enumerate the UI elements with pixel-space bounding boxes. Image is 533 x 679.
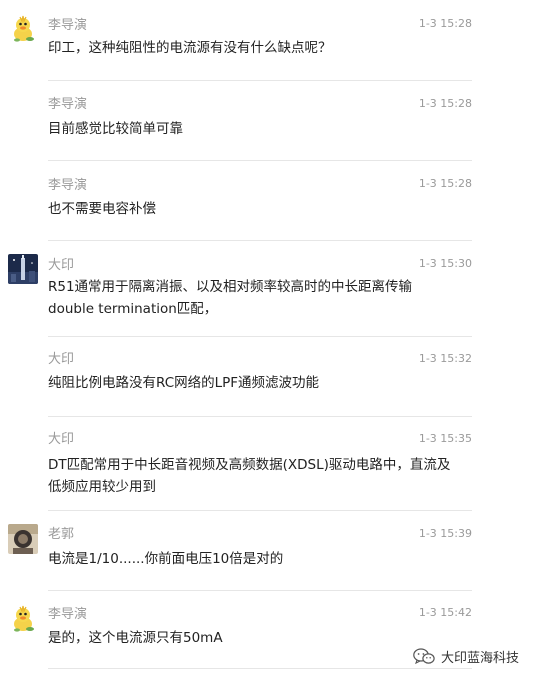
message-text: 是的，这个电流源只有50mA — [48, 630, 223, 646]
message-timestamp: 1-3 15:28 — [418, 177, 472, 190]
message-text: 纯阻比例电路没有RC网络的LPF通频滤波功能 — [48, 375, 320, 391]
message-text: 印工，这种纯阻性的电流源有没有什么缺点呢？ — [48, 40, 332, 56]
night-tower-avatar[interactable] — [8, 254, 38, 284]
chat-message-list: 李导演 1-3 15:28 印工，这种纯阻性的电流源有没有什么缺点呢？ 李导演 … — [0, 0, 533, 679]
sender-name: 大印 — [48, 352, 75, 367]
message-timestamp: 1-3 15:28 — [418, 17, 472, 30]
message-timestamp: 1-3 15:39 — [418, 527, 472, 540]
chat-message: 李导演 1-3 15:28 也不需要电容补偿 — [0, 160, 533, 241]
photo-avatar[interactable] — [8, 524, 38, 554]
message-text: DT匹配常用于中长距音视频及高频数据(XDSL)驱动电路中，直流及低频应用较少用… — [48, 457, 451, 495]
message-text: 也不需要电容补偿 — [48, 201, 156, 217]
message-timestamp: 1-3 15:30 — [418, 257, 472, 270]
sender-name: 大印 — [48, 258, 75, 273]
brand-watermark: 大印蓝海科技 — [413, 647, 519, 666]
message-timestamp: 1-3 15:28 — [418, 97, 472, 110]
chat-message: 大印 1-3 15:35 DT匹配常用于中长距音视频及高频数据(XDSL)驱动电… — [0, 416, 533, 511]
sender-name: 李导演 — [48, 178, 88, 193]
duck-avatar[interactable] — [8, 14, 38, 44]
wechat-icon — [413, 648, 435, 665]
sender-name: 李导演 — [48, 607, 88, 622]
message-text: 电流是1/10......你前面电压10倍是对的 — [48, 551, 284, 567]
sender-name: 老郭 — [48, 527, 75, 542]
brand-label: 大印蓝海科技 — [440, 651, 519, 666]
sender-name: 李导演 — [48, 18, 88, 33]
message-timestamp: 1-3 15:35 — [418, 432, 472, 445]
sender-name: 李导演 — [48, 97, 88, 112]
message-timestamp: 1-3 15:32 — [418, 352, 472, 365]
sender-name: 大印 — [48, 432, 75, 447]
message-text: R51通常用于隔离消振、以及相对频率较高时的中长距离传输double termi… — [48, 279, 413, 317]
message-divider — [48, 668, 472, 669]
message-timestamp: 1-3 15:42 — [418, 606, 472, 619]
message-text: 目前感觉比较简单可靠 — [48, 121, 183, 137]
chat-message: 老郭 1-3 15:39 电流是1/10......你前面电压10倍是对的 — [0, 510, 533, 591]
chat-message: 李导演 1-3 15:28 目前感觉比较简单可靠 — [0, 80, 533, 161]
chat-message: 大印 1-3 15:30 R51通常用于隔离消振、以及相对频率较高时的中长距离传… — [0, 240, 533, 337]
chat-message: 李导演 1-3 15:28 印工，这种纯阻性的电流源有没有什么缺点呢？ — [0, 0, 533, 81]
chat-message: 大印 1-3 15:32 纯阻比例电路没有RC网络的LPF通频滤波功能 — [0, 336, 533, 417]
duck-avatar[interactable] — [8, 604, 38, 634]
